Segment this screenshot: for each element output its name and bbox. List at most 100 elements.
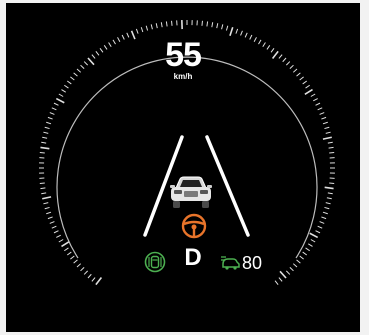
dial-tick [40, 187, 46, 190]
dial-tick [326, 197, 332, 200]
dial-tick [87, 273, 92, 279]
dial-tick [58, 239, 64, 243]
dial-tick [235, 28, 239, 34]
dial-tick [321, 216, 327, 220]
dial-tick [171, 20, 173, 26]
dial-tick [310, 93, 316, 97]
dial-tick [317, 107, 323, 111]
dial-tick [211, 22, 214, 28]
dial-tick [64, 247, 69, 252]
dial-tick [55, 97, 65, 104]
dial-tick [47, 216, 53, 220]
dial-tick [126, 32, 130, 38]
dial-tick [66, 80, 72, 85]
dial-tick [80, 266, 85, 272]
dial-tick [322, 121, 328, 125]
dial-tick [225, 25, 229, 31]
dial-tick [308, 243, 313, 247]
dial-tick [302, 251, 308, 256]
dial-tick [150, 24, 153, 30]
dial-tick [285, 270, 291, 275]
dial-tick [73, 259, 78, 264]
dial-tick [325, 131, 331, 134]
dial-tick [155, 23, 158, 29]
dial-tick [42, 196, 52, 200]
dial-tick [313, 98, 318, 102]
dial-tick [91, 277, 96, 282]
dial-tick [289, 266, 294, 272]
dial-tick [327, 141, 333, 144]
hud-cluster: 55 km/h D 80 [6, 3, 360, 332]
dial-tick [319, 221, 325, 224]
dial-tick [327, 192, 333, 195]
dial-tick [305, 247, 310, 252]
dial-tick [302, 80, 308, 85]
dial-tick [42, 136, 48, 139]
dial-tick [46, 211, 52, 215]
dial-tick [66, 251, 72, 256]
dial-tick [76, 263, 82, 268]
dial-tick [64, 84, 69, 89]
dial-tick [278, 277, 283, 282]
dial-tick [292, 263, 298, 268]
dial-tick [305, 84, 310, 89]
dial-tick [49, 221, 55, 224]
dial-tick [61, 89, 66, 93]
dial-tick [145, 25, 149, 31]
dial-tick [41, 192, 47, 195]
dial-tick [41, 141, 47, 144]
dial-tick [70, 255, 75, 260]
current-speed: 55 [165, 36, 202, 74]
dial-tick [315, 230, 321, 234]
dial-tick [324, 206, 330, 210]
dial-tick [135, 28, 139, 34]
dial-tick [310, 239, 316, 243]
dial-tick [279, 270, 287, 279]
dial-tick [51, 225, 57, 229]
dial-tick [53, 102, 59, 106]
dial-tick [328, 146, 334, 149]
dial-tick [160, 22, 163, 28]
dial-tick [221, 24, 224, 30]
dial-tick [322, 211, 328, 215]
dial-tick [83, 270, 89, 275]
dial-tick [44, 126, 50, 130]
dial-tick [53, 230, 59, 234]
dial-tick [49, 112, 55, 115]
dial-tick [317, 225, 323, 229]
dial-tick [165, 21, 168, 27]
dial-tick [315, 102, 321, 106]
dial-tick [216, 23, 219, 29]
dial-tick [46, 121, 52, 125]
dial-tick [206, 21, 209, 27]
dial-tick [244, 32, 248, 38]
dial-tick [44, 206, 50, 210]
dial-tick [324, 126, 330, 130]
dial-tick [58, 93, 64, 97]
dial-tick [51, 107, 57, 111]
dial-tick [274, 280, 279, 285]
dial-tick [201, 20, 203, 26]
dial-tick [61, 240, 70, 248]
dial-tick [95, 277, 103, 286]
dial-tick [319, 112, 325, 115]
dial-tick [321, 116, 327, 120]
dial-tick [47, 116, 53, 120]
dial-tick [324, 186, 334, 190]
dial-tick [43, 131, 49, 134]
dial-tick [299, 255, 304, 260]
dial-tick [140, 27, 144, 33]
gear-indicator: D [184, 244, 202, 271]
dial-tick [329, 152, 335, 154]
dial-tick [56, 234, 61, 238]
cruise-set-speed: 80 [242, 253, 263, 273]
dial-tick [309, 232, 319, 239]
dial-tick [240, 30, 243, 36]
dial-tick [229, 26, 234, 37]
dial-tick [329, 182, 335, 184]
dial-tick [39, 152, 45, 154]
dial-tick [296, 259, 301, 264]
dial-tick [39, 182, 45, 184]
dial-tick [40, 146, 50, 150]
dial-tick [43, 202, 49, 205]
